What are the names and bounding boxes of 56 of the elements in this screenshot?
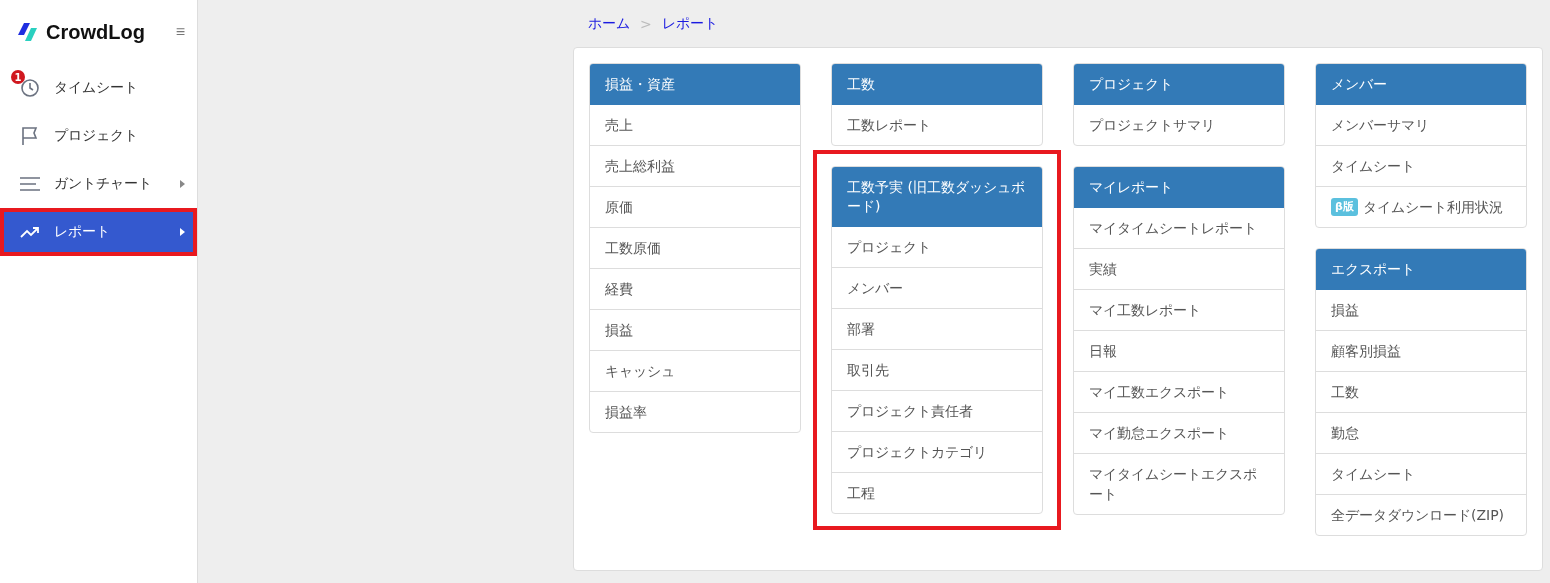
report-link[interactable]: マイタイムシートエクスポート xyxy=(1074,453,1284,514)
report-link[interactable]: メンバーサマリ xyxy=(1316,105,1526,145)
panel-heading: エクスポート xyxy=(1316,249,1526,290)
report-link[interactable]: プロジェクト xyxy=(832,227,1042,267)
panel-heading: メンバー xyxy=(1316,64,1526,105)
report-link[interactable]: 勤怠 xyxy=(1316,412,1526,453)
report-link[interactable]: タイムシート xyxy=(1316,145,1526,186)
clock-icon xyxy=(20,78,40,98)
breadcrumb-separator: > xyxy=(640,15,652,32)
report-link[interactable]: タイムシート xyxy=(1316,453,1526,494)
report-link[interactable]: マイタイムシートレポート xyxy=(1074,208,1284,248)
panel-heading: 損益・資産 xyxy=(590,64,800,105)
logo-text: CrowdLog xyxy=(46,20,145,44)
nav-item[interactable]: プロジェクト xyxy=(0,112,197,160)
report-link[interactable]: プロジェクト責任者 xyxy=(832,390,1042,431)
report-link[interactable]: 経費 xyxy=(590,268,800,309)
breadcrumb-link[interactable]: ホーム xyxy=(588,14,630,33)
report-link[interactable]: 工数レポート xyxy=(832,105,1042,145)
report-link[interactable]: 取引先 xyxy=(832,349,1042,390)
report-link[interactable]: 日報 xyxy=(1074,330,1284,371)
report-link[interactable]: 工数 xyxy=(1316,371,1526,412)
report-link[interactable]: マイ勤怠エクスポート xyxy=(1074,412,1284,453)
report-link[interactable]: 損益 xyxy=(1316,290,1526,330)
menu-button[interactable]: ≡ xyxy=(175,23,185,41)
panel-heading: マイレポート xyxy=(1074,167,1284,208)
trend-icon xyxy=(20,225,40,239)
report-link[interactable]: 全データダウンロード(ZIP) xyxy=(1316,494,1526,535)
panel-heading: プロジェクト xyxy=(1074,64,1284,105)
report-link[interactable]: メンバー xyxy=(832,267,1042,308)
report-link[interactable]: 工数原価 xyxy=(590,227,800,268)
notification-badge: 1 xyxy=(11,70,25,84)
report-link[interactable]: 実績 xyxy=(1074,248,1284,289)
beta-tag: β版 xyxy=(1331,198,1358,216)
report-link[interactable]: 部署 xyxy=(832,308,1042,349)
report-link[interactable]: 工程 xyxy=(832,472,1042,513)
panel-heading: 工数予実 (旧工数ダッシュボード) xyxy=(832,167,1042,227)
panel-heading: 工数 xyxy=(832,64,1042,105)
nav-item[interactable]: 1 タイムシート xyxy=(0,64,197,112)
report-link[interactable]: マイ工数エクスポート xyxy=(1074,371,1284,412)
nav-item[interactable]: レポート xyxy=(0,208,197,256)
logo-icon xyxy=(18,23,40,41)
report-link[interactable]: キャッシュ xyxy=(590,350,800,391)
report-link[interactable]: マイ工数レポート xyxy=(1074,289,1284,330)
lines-icon xyxy=(20,177,40,191)
report-link[interactable]: 損益率 xyxy=(590,391,800,432)
report-link[interactable]: プロジェクトサマリ xyxy=(1074,105,1284,145)
report-link[interactable]: 原価 xyxy=(590,186,800,227)
flag-icon xyxy=(21,126,39,146)
report-link[interactable]: β版 タイムシート利用状況 xyxy=(1316,186,1526,227)
report-link[interactable]: 売上 xyxy=(590,105,800,145)
report-link[interactable]: 売上総利益 xyxy=(590,145,800,186)
nav-item[interactable]: ガントチャート xyxy=(0,160,197,208)
report-link[interactable]: プロジェクトカテゴリ xyxy=(832,431,1042,472)
breadcrumb-link[interactable]: レポート xyxy=(661,14,718,33)
report-link[interactable]: 損益 xyxy=(590,309,800,350)
report-link[interactable]: 顧客別損益 xyxy=(1316,330,1526,371)
